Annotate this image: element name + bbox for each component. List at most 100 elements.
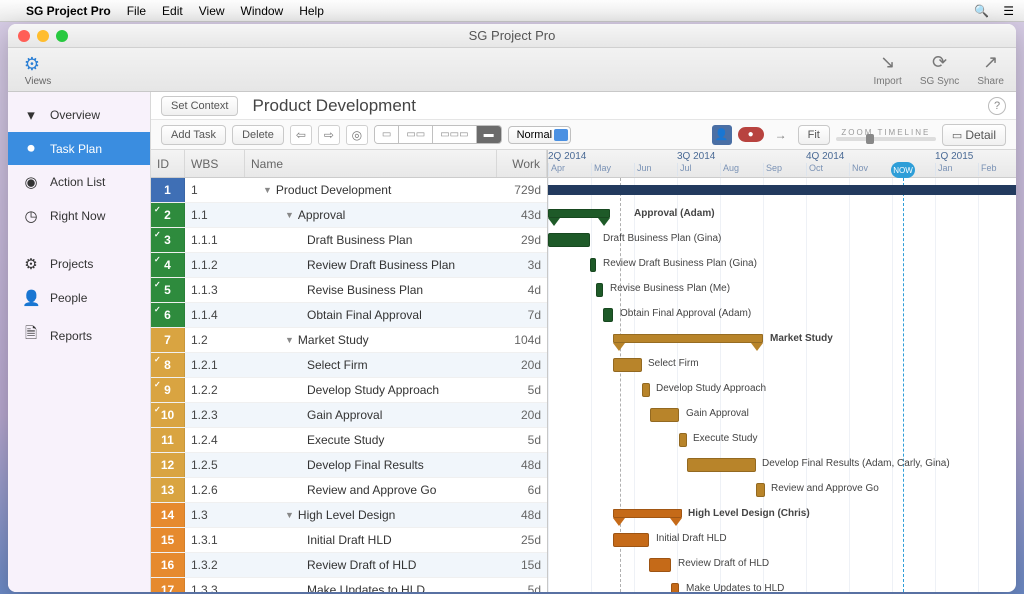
gantt-row[interactable]: Market Study (548, 328, 1016, 353)
share-icon: ↗ (977, 52, 1004, 73)
sidebar-item-people[interactable]: 👤People (8, 281, 150, 315)
col-work[interactable]: Work (497, 150, 547, 177)
gantt-row[interactable] (548, 178, 1016, 203)
sidebar-icon: 🗎 (22, 323, 40, 348)
gantt-summary-bar[interactable] (548, 209, 610, 218)
menu-extras-icon[interactable]: ☰ (1003, 4, 1014, 18)
arrow-right-icon[interactable]: → (770, 125, 792, 145)
gantt-row[interactable]: Draft Business Plan (Gina) (548, 228, 1016, 253)
sidebar-item-projects[interactable]: ⚙Projects (8, 247, 150, 281)
table-row[interactable]: 11▼Product Development729d (151, 178, 547, 203)
window-toolbar: ⚙ Views ↘Import ⟳SG Sync ↗Share (8, 48, 1016, 92)
gantt-row[interactable]: Initial Draft HLD (548, 528, 1016, 553)
table-row[interactable]: ✓101.2.3Gain Approval20d (151, 403, 547, 428)
sidebar: ▾Overview⏺Task Plan◉Action List◷Right No… (8, 92, 151, 592)
gantt-row[interactable]: Obtain Final Approval (Adam) (548, 303, 1016, 328)
views-gear-icon[interactable]: ⚙ (20, 52, 44, 76)
table-row[interactable]: 121.2.5Develop Final Results48d (151, 453, 547, 478)
gantt-row[interactable]: Approval (Adam) (548, 203, 1016, 228)
col-id[interactable]: ID (151, 150, 185, 177)
gantt-task-bar[interactable] (590, 258, 596, 272)
spotlight-icon[interactable]: 🔍 (974, 4, 989, 18)
gantt-row[interactable]: Develop Study Approach (548, 378, 1016, 403)
gantt-row[interactable]: Review Draft of HLD (548, 553, 1016, 578)
window-close-button[interactable] (18, 30, 30, 42)
table-row[interactable]: 151.3.1Initial Draft HLD25d (151, 528, 547, 553)
table-row[interactable]: ✓41.1.2Review Draft Business Plan3d (151, 253, 547, 278)
gantt-row[interactable]: Review Draft Business Plan (Gina) (548, 253, 1016, 278)
menubar-app-name[interactable]: SG Project Pro (26, 4, 111, 18)
gantt-task-bar[interactable] (687, 458, 756, 472)
table-row[interactable]: 141.3▼High Level Design48d (151, 503, 547, 528)
layout-segment[interactable]: ▭▭▭▭▭▭▬ (374, 125, 502, 144)
gantt-row[interactable]: Select Firm (548, 353, 1016, 378)
detail-button[interactable]: ▭ Detail (942, 124, 1006, 146)
table-row[interactable]: 131.2.6Review and Approve Go6d (151, 478, 547, 503)
sidebar-item-overview[interactable]: ▾Overview (8, 98, 150, 132)
set-context-button[interactable]: Set Context (161, 96, 238, 116)
gantt-task-bar[interactable] (756, 483, 765, 497)
gantt-row[interactable]: Review and Approve Go (548, 478, 1016, 503)
gantt-task-bar[interactable] (679, 433, 687, 447)
system-menubar: SG Project Pro File Edit View Window Hel… (0, 0, 1024, 22)
table-row[interactable]: ✓21.1▼Approval43d (151, 203, 547, 228)
gantt-row[interactable]: Make Updates to HLD (548, 578, 1016, 592)
table-row[interactable]: 171.3.3Make Updates to HLD5d (151, 578, 547, 592)
user-avatar-icon[interactable]: 👤 (712, 125, 732, 145)
gantt-summary-bar[interactable] (613, 334, 763, 343)
gantt-task-bar[interactable] (613, 358, 642, 372)
nav-back-button[interactable]: ⇦ (290, 125, 312, 145)
table-row[interactable]: 111.2.4Execute Study5d (151, 428, 547, 453)
menu-view[interactable]: View (199, 4, 225, 18)
sync-button[interactable]: ⟳SG Sync (920, 52, 959, 87)
table-row[interactable]: ✓91.2.2Develop Study Approach5d (151, 378, 547, 403)
sidebar-item-right-now[interactable]: ◷Right Now (8, 199, 150, 233)
import-button[interactable]: ↘Import (874, 52, 902, 87)
gantt-summary-bar[interactable] (613, 509, 682, 518)
import-icon: ↘ (874, 52, 902, 73)
gantt-row[interactable]: Gain Approval (548, 403, 1016, 428)
gantt-task-bar[interactable] (671, 583, 679, 592)
table-row[interactable]: ✓31.1.1Draft Business Plan29d (151, 228, 547, 253)
menu-edit[interactable]: Edit (162, 4, 183, 18)
gantt-task-bar[interactable] (548, 233, 590, 247)
gantt-task-bar[interactable] (642, 383, 650, 397)
sidebar-item-task-plan[interactable]: ⏺Task Plan (8, 132, 150, 165)
table-row[interactable]: 71.2▼Market Study104d (151, 328, 547, 353)
col-name[interactable]: Name (245, 150, 497, 177)
gantt-row[interactable]: Develop Final Results (Adam, Carly, Gina… (548, 453, 1016, 478)
gantt-chart[interactable]: 2Q 20143Q 20144Q 20141Q 2015AprMayJunJul… (548, 150, 1016, 592)
col-wbs[interactable]: WBS (185, 150, 245, 177)
fit-button[interactable]: Fit (798, 125, 830, 145)
gantt-row[interactable]: Revise Business Plan (Me) (548, 278, 1016, 303)
gantt-task-bar[interactable] (596, 283, 603, 297)
window-zoom-button[interactable] (56, 30, 68, 42)
menu-file[interactable]: File (127, 4, 146, 18)
add-task-button[interactable]: Add Task (161, 125, 226, 145)
help-button[interactable]: ? (988, 97, 1006, 115)
table-row[interactable]: ✓81.2.1Select Firm20d (151, 353, 547, 378)
table-row[interactable]: ✓61.1.4Obtain Final Approval7d (151, 303, 547, 328)
table-row[interactable]: ✓51.1.3Revise Business Plan4d (151, 278, 547, 303)
gantt-task-bar[interactable] (613, 533, 649, 547)
sidebar-icon: 👤 (22, 289, 40, 307)
gantt-task-bar[interactable] (649, 558, 671, 572)
menu-window[interactable]: Window (241, 4, 284, 18)
gantt-task-bar[interactable] (603, 308, 613, 322)
share-button[interactable]: ↗Share (977, 52, 1004, 87)
sidebar-icon: ◷ (22, 207, 40, 225)
delete-button[interactable]: Delete (232, 125, 284, 145)
menu-help[interactable]: Help (299, 4, 324, 18)
gantt-row[interactable]: High Level Design (Chris) (548, 503, 1016, 528)
sidebar-item-action-list[interactable]: ◉Action List (8, 165, 150, 199)
nav-fwd-button[interactable]: ⇨ (318, 125, 340, 145)
window-minimize-button[interactable] (37, 30, 49, 42)
nav-target-button[interactable]: ◎ (346, 125, 368, 145)
mode-select[interactable]: Normal (508, 126, 571, 144)
sidebar-item-reports[interactable]: 🗎Reports (8, 315, 150, 356)
filter-pill[interactable]: ● (738, 127, 764, 142)
zoom-timeline[interactable]: ZOOM TIMELINE (836, 128, 936, 141)
gantt-task-bar[interactable] (650, 408, 679, 422)
table-row[interactable]: 161.3.2Review Draft of HLD15d (151, 553, 547, 578)
gantt-row[interactable]: Execute Study (548, 428, 1016, 453)
